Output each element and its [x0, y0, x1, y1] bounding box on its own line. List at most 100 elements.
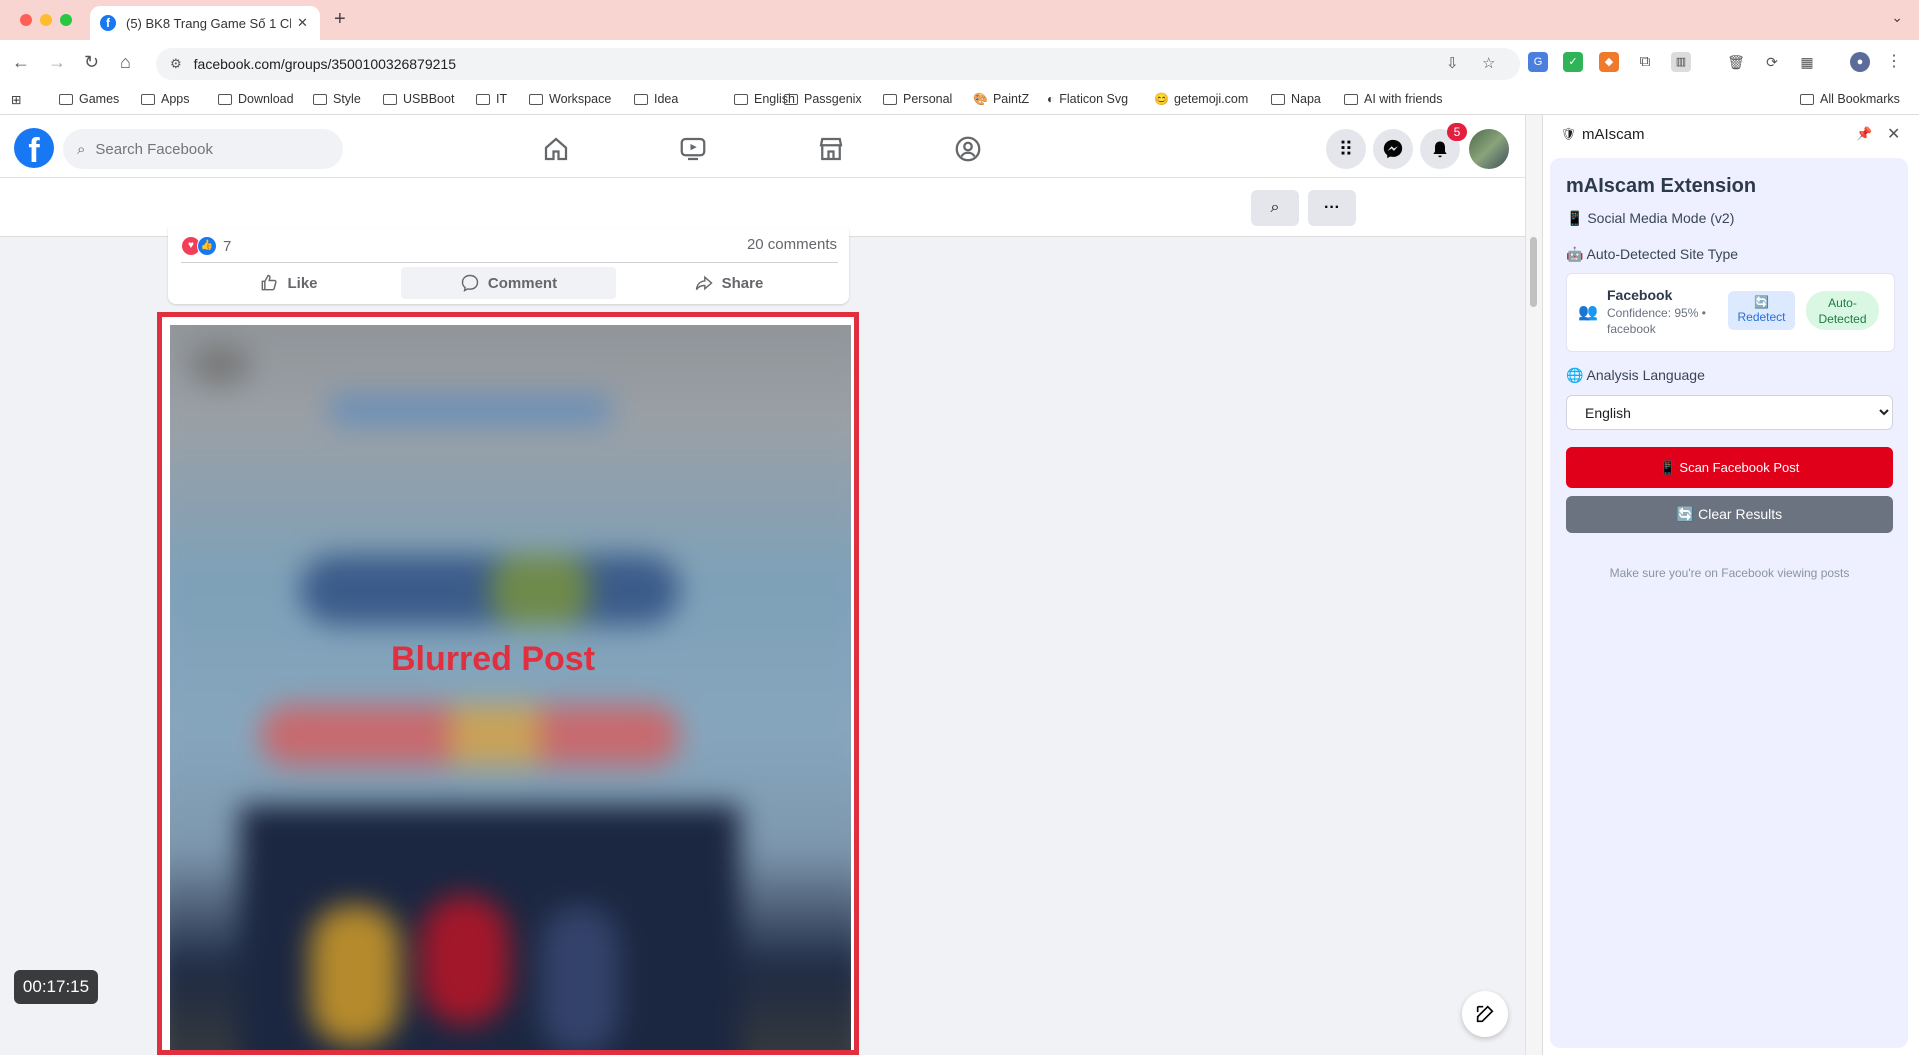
home-nav-icon[interactable] [541, 134, 571, 164]
share-arrow-icon [695, 275, 713, 291]
facebook-search[interactable]: ⌕ [63, 129, 343, 169]
capture-icon[interactable]: ⟳ [1762, 52, 1782, 72]
maximize-window-button[interactable] [60, 14, 72, 26]
fox-extension-icon[interactable]: ◆ [1599, 52, 1619, 72]
video-nav-icon[interactable] [678, 134, 708, 164]
apps-grid-icon[interactable]: ⊞ [11, 92, 21, 107]
marketplace-nav-icon[interactable] [816, 134, 846, 164]
auto-detected-badge: Auto-Detected [1806, 291, 1879, 330]
comment-button[interactable]: Comment [401, 267, 616, 299]
close-icon[interactable]: ✕ [1887, 124, 1900, 144]
home-icon[interactable]: ⌂ [120, 52, 131, 73]
folder-icon [141, 93, 155, 105]
bookmark-link[interactable]: 😊 getemoji.com [1154, 92, 1248, 106]
new-tab-icon[interactable]: + [334, 8, 346, 31]
profile-avatar[interactable] [1469, 129, 1509, 169]
facebook-logo-icon[interactable]: f [14, 128, 54, 168]
tab-close-icon[interactable]: ✕ [297, 15, 308, 31]
site-name: Facebook [1607, 287, 1673, 303]
recording-timer: 00:17:15 [14, 970, 98, 1004]
new-message-button[interactable] [1462, 991, 1508, 1037]
tab-search-chevron-icon[interactable]: ⌄ [1891, 9, 1903, 26]
folder-icon [734, 93, 748, 105]
back-arrow-icon[interactable]: ← [12, 52, 30, 73]
address-bar[interactable]: ⚙ facebook.com/groups/3500100326879215 ⇩… [156, 48, 1520, 80]
messenger-icon[interactable] [1373, 129, 1413, 169]
blurred-content [170, 325, 851, 1050]
facebook-favicon-icon: f [100, 15, 116, 31]
like-reaction-icon: 👍 [197, 236, 217, 256]
more-options-button[interactable]: ··· [1308, 190, 1356, 226]
share-button[interactable]: Share [621, 267, 836, 299]
bookmark-link[interactable]: 🎨 PaintZ [973, 92, 1029, 106]
reaction-summary[interactable]: ♥ 👍 7 [181, 236, 231, 256]
bookmark-folder[interactable]: Idea [634, 92, 678, 106]
people-icon: 👥 [1578, 304, 1598, 321]
folder-icon [634, 93, 648, 105]
folder-icon [59, 93, 73, 105]
profile-avatar-icon[interactable]: ● [1850, 52, 1870, 72]
clear-results-button[interactable]: 🔄 Clear Results [1566, 496, 1893, 533]
like-label: Like [287, 274, 318, 292]
pin-icon[interactable]: 📌 [1856, 126, 1872, 142]
browser-tab[interactable]: f (5) BK8 Trang Game Số 1 Châ ✕ [90, 6, 320, 40]
install-app-icon[interactable]: ⇩ [1446, 54, 1459, 72]
trash-icon[interactable]: 🗑 [1726, 52, 1746, 72]
folder-icon [1271, 93, 1285, 105]
site-confidence: Confidence: 95% • facebook [1607, 306, 1706, 336]
shield-extension-icon[interactable]: ✓ [1563, 52, 1583, 72]
all-bookmarks[interactable]: All Bookmarks [1800, 92, 1900, 106]
site-info-icon[interactable]: ⚙ [170, 56, 182, 72]
thumbs-up-icon [262, 274, 278, 291]
ellipsis-icon: ··· [1324, 199, 1340, 216]
bookmark-folder[interactable]: AI with friends [1344, 92, 1443, 106]
bookmark-folder[interactable]: USBBoot [383, 92, 454, 106]
folder-icon [218, 93, 232, 105]
bookmark-folder[interactable]: Passgenix [784, 92, 862, 106]
folder-icon [529, 93, 543, 105]
translate-extension-icon[interactable]: G [1528, 52, 1548, 72]
folder-icon [1344, 93, 1358, 105]
share-label: Share [721, 274, 764, 292]
side-panel-icon[interactable]: ▥ [1671, 52, 1691, 72]
layout-icon[interactable]: ▦ [1797, 52, 1817, 72]
puzzle-extensions-icon[interactable]: ⧉ [1635, 52, 1655, 72]
site-type-heading: 🤖 Auto-Detected Site Type [1566, 246, 1739, 262]
folder-icon [476, 93, 490, 105]
menu-grid-icon[interactable]: ⠿ [1326, 129, 1366, 169]
bookmark-folder[interactable]: Style [313, 92, 361, 106]
search-input[interactable] [93, 139, 318, 159]
minimize-window-button[interactable] [40, 14, 52, 26]
folder-icon [1800, 93, 1814, 105]
mAIscam-shield-icon: 🛡 [1561, 127, 1577, 141]
bookmark-folder[interactable]: Personal [883, 92, 952, 106]
search-icon: ⌕ [1270, 199, 1280, 216]
scrollbar-thumb[interactable] [1530, 237, 1537, 307]
language-select[interactable]: English [1566, 395, 1893, 430]
bookmark-link[interactable]: ◐ Flaticon Svg [1047, 92, 1128, 106]
kebab-menu-icon[interactable]: ⋮ [1884, 52, 1904, 72]
blurred-post-image[interactable] [170, 325, 851, 1050]
bookmark-folder[interactable]: Apps [141, 92, 190, 106]
groups-nav-icon[interactable] [953, 134, 983, 164]
forward-arrow-icon[interactable]: → [48, 52, 66, 73]
bookmark-folder[interactable]: Workspace [529, 92, 611, 106]
scan-post-button[interactable]: 📱 Scan Facebook Post [1566, 447, 1893, 488]
close-window-button[interactable] [20, 14, 32, 26]
emoji-icon: 😊 [1154, 92, 1169, 106]
bookmark-star-icon[interactable]: ☆ [1482, 54, 1495, 72]
bookmark-folder[interactable]: IT [476, 92, 507, 106]
divider [181, 262, 838, 263]
bookmark-folder[interactable]: Napa [1271, 92, 1321, 106]
redetect-button[interactable]: 🔄 Redetect [1728, 291, 1795, 330]
bookmark-folder[interactable]: Games [59, 92, 119, 106]
notification-badge: 5 [1447, 123, 1467, 141]
bookmark-folder[interactable]: Download [218, 92, 294, 106]
blurred-post-frame [157, 312, 859, 1055]
like-button[interactable]: Like [181, 267, 396, 299]
comments-count-link[interactable]: 20 comments [680, 236, 837, 253]
folder-icon [383, 93, 397, 105]
url-text: facebook.com/groups/3500100326879215 [193, 56, 456, 72]
group-search-button[interactable]: ⌕ [1251, 190, 1299, 226]
reload-icon[interactable]: ↻ [84, 52, 99, 73]
